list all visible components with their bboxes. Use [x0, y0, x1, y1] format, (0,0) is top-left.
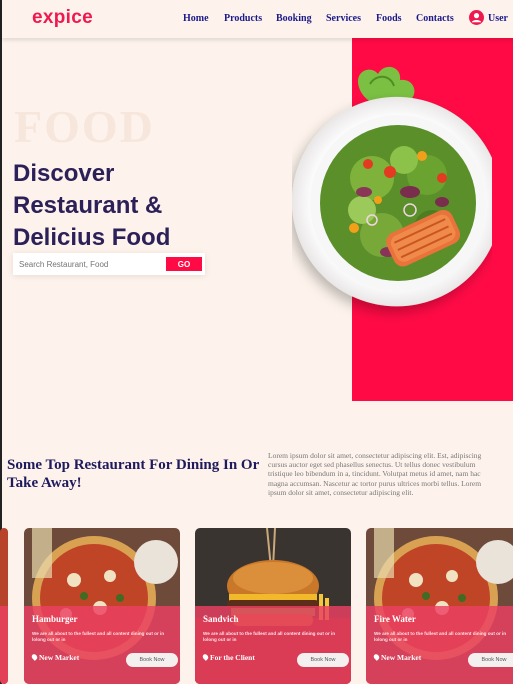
logo[interactable]: expice — [32, 7, 93, 29]
user-icon[interactable] — [469, 10, 484, 25]
nav-services[interactable]: Services — [326, 13, 361, 24]
restaurant-card[interactable]: Hamburger We are all about to the fulles… — [24, 528, 180, 684]
card-location: New Market — [372, 653, 422, 662]
card-description: We are all about to the fullest and all … — [374, 631, 507, 642]
card-location-text: New Market — [381, 653, 422, 662]
hero-title-line2: Restaurant & — [13, 192, 163, 219]
card-location-text: New Market — [39, 653, 80, 662]
section-title: Some Top Restaurant For Dining In Or Tak… — [7, 457, 259, 491]
card-title: Hamburger — [32, 614, 78, 624]
card-description: We are all about to the fullest and all … — [32, 631, 165, 642]
restaurant-card[interactable]: Fire Water We are all about to the fulle… — [366, 528, 513, 684]
location-pin-icon — [372, 653, 381, 661]
hero-title-line3: Delicius Food — [13, 224, 171, 251]
search-input[interactable] — [13, 253, 163, 275]
nav-products[interactable]: Products — [224, 13, 262, 24]
hero-title: Discover Restaurant & Delicius Food — [13, 158, 263, 254]
book-now-button[interactable]: Book Now — [468, 653, 513, 667]
card-description: We are all about to the fullest and all … — [203, 631, 336, 642]
book-now-button[interactable]: Book Now — [297, 653, 349, 667]
nav-foods[interactable]: Foods — [376, 13, 402, 24]
card-title: Fire Water — [374, 614, 416, 624]
location-pin-icon — [30, 653, 39, 661]
nav-home[interactable]: Home — [183, 13, 209, 24]
card-title: Sandvich — [203, 614, 239, 624]
hero-bg-word: FOOD — [14, 101, 155, 152]
section-description: Lorem ipsum dolor sit amet, consectetur … — [268, 451, 482, 497]
location-pin-icon — [201, 653, 210, 661]
book-now-button[interactable]: Book Now — [126, 653, 178, 667]
nav-user[interactable]: User — [488, 13, 508, 24]
navbar: expice Home Products Booking Services Fo… — [2, 0, 513, 38]
hero-title-line1: Discover — [13, 160, 115, 187]
card-location: New Market — [30, 653, 80, 662]
nav-booking[interactable]: Booking — [276, 13, 312, 24]
restaurant-card[interactable]: Sandvich We are all about to the fullest… — [195, 528, 351, 684]
nav-contacts[interactable]: Contacts — [416, 13, 454, 24]
card-location: For the Client — [201, 653, 255, 662]
hero-food-plate-image — [292, 60, 502, 330]
go-button[interactable]: GO — [166, 257, 202, 271]
card-location-text: For the Client — [210, 653, 255, 662]
card-partial-left — [0, 528, 8, 684]
search-box: GO — [13, 253, 205, 275]
